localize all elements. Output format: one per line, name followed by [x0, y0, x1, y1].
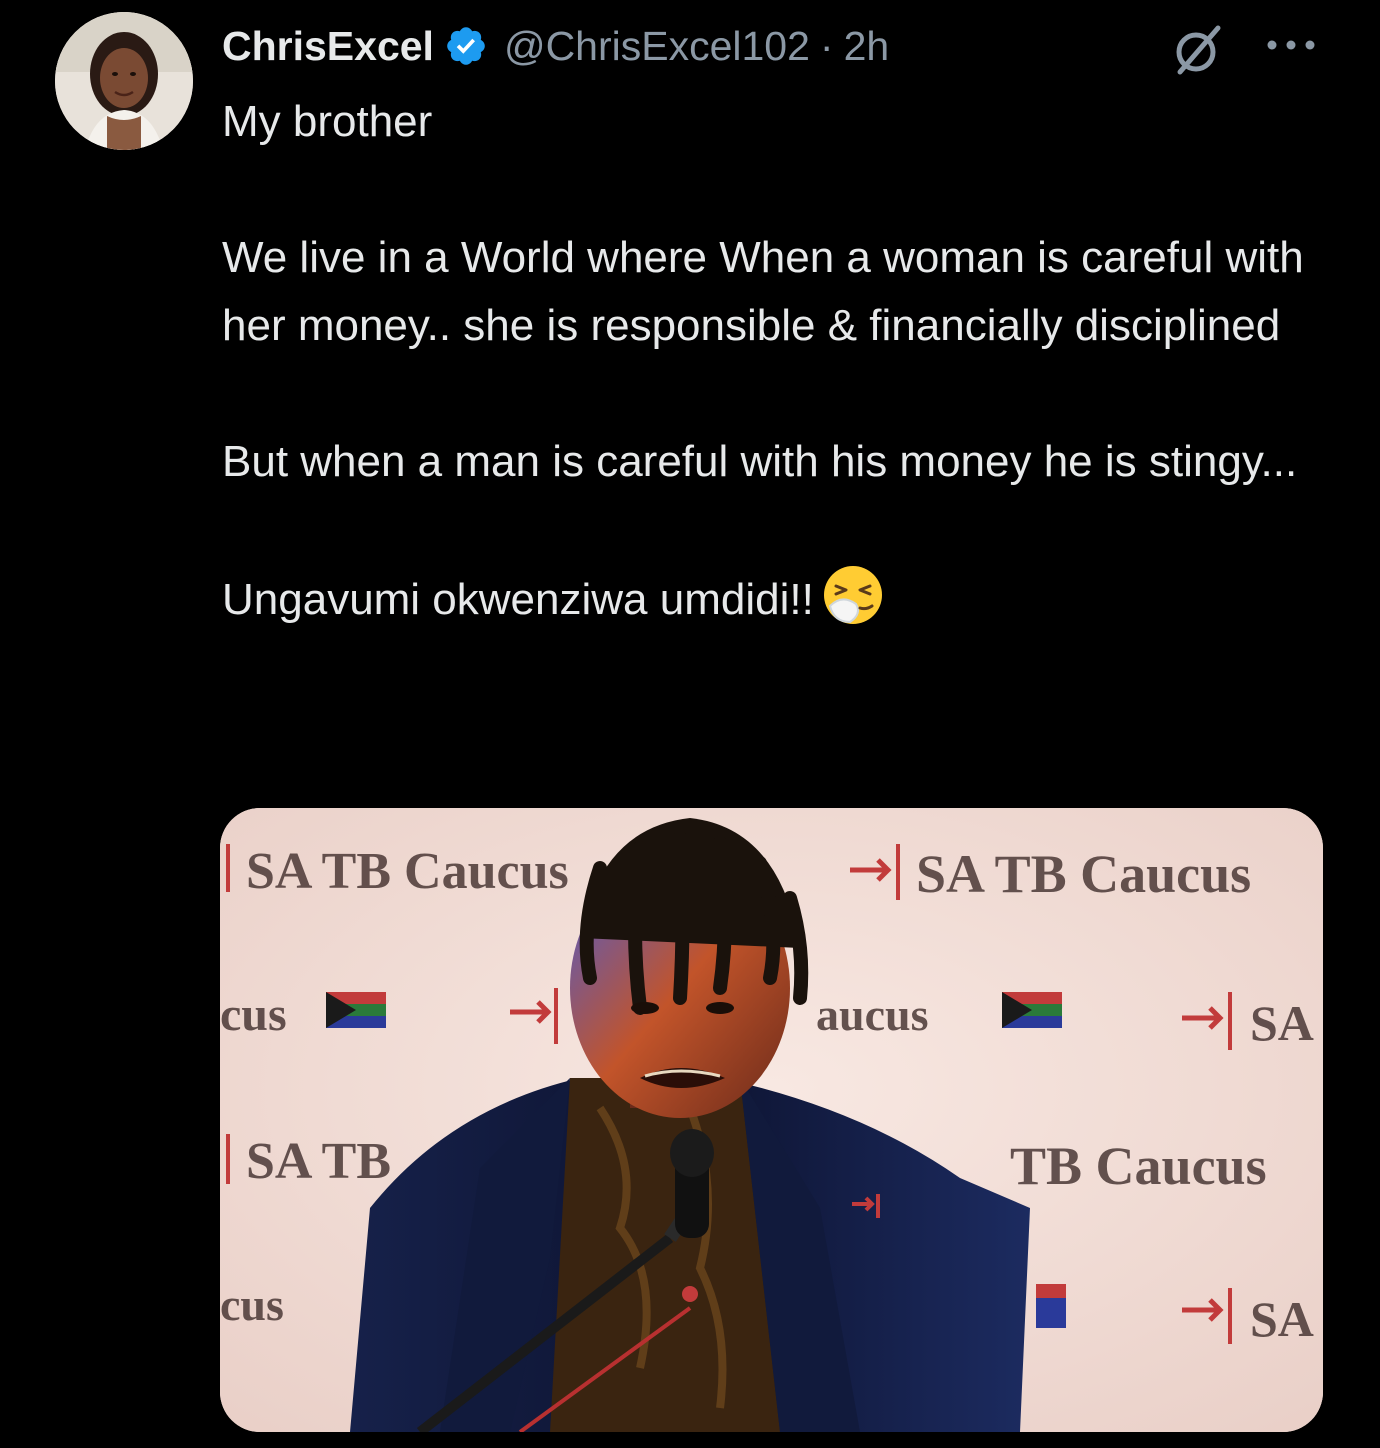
tweet-timestamp[interactable]: 2h: [844, 23, 890, 70]
verified-badge-icon: [444, 24, 488, 68]
backdrop-text-3: cus: [220, 988, 287, 1041]
tweet-paragraph-1: We live in a World where When a woman is…: [222, 233, 1304, 350]
media-photo-image: SA TB Caucus SA TB Caucus cus aucus SA S…: [220, 808, 1323, 1432]
backdrop-text-5: SA: [1250, 995, 1314, 1051]
grok-icon[interactable]: [1168, 20, 1228, 80]
tweet-paragraph-3: Ungavumi okwenziwa umdidi!!: [222, 575, 814, 624]
more-options-icon[interactable]: [1262, 30, 1320, 60]
avatar-image: [55, 12, 193, 150]
sneezing-face-emoji-icon: [822, 564, 884, 626]
author-handle[interactable]: @ChrisExcel102: [504, 23, 810, 70]
backdrop-text-9: SA: [1250, 1291, 1314, 1347]
author-avatar[interactable]: [55, 12, 193, 150]
tweet-line-greeting: My brother: [222, 97, 433, 146]
backdrop-text-2: SA TB Caucus: [916, 844, 1251, 904]
tweet-media-photo[interactable]: SA TB Caucus SA TB Caucus cus aucus SA S…: [220, 808, 1323, 1432]
backdrop-text-7: TB Caucus: [1010, 1136, 1267, 1196]
separator-dot: ·: [819, 22, 834, 69]
backdrop-text-6: SA TB: [246, 1133, 391, 1190]
backdrop-text-8: cus: [220, 1279, 284, 1330]
tweet-paragraph-2: But when a man is careful with his money…: [222, 437, 1298, 486]
tweet-header: ChrisExcel @ChrisExcel102 · 2h: [222, 16, 889, 76]
tweet[interactable]: ChrisExcel @ChrisExcel102 · 2h My brothe…: [0, 0, 1380, 1448]
tweet-paragraph-3-wrap: Ungavumi okwenziwa umdidi!!: [222, 564, 1322, 634]
tweet-text: My brother We live in a World where When…: [222, 88, 1322, 634]
author-display-name[interactable]: ChrisExcel: [222, 23, 434, 70]
backdrop-text-1: SA TB Caucus: [246, 843, 569, 900]
backdrop-text-4: aucus: [816, 989, 928, 1040]
